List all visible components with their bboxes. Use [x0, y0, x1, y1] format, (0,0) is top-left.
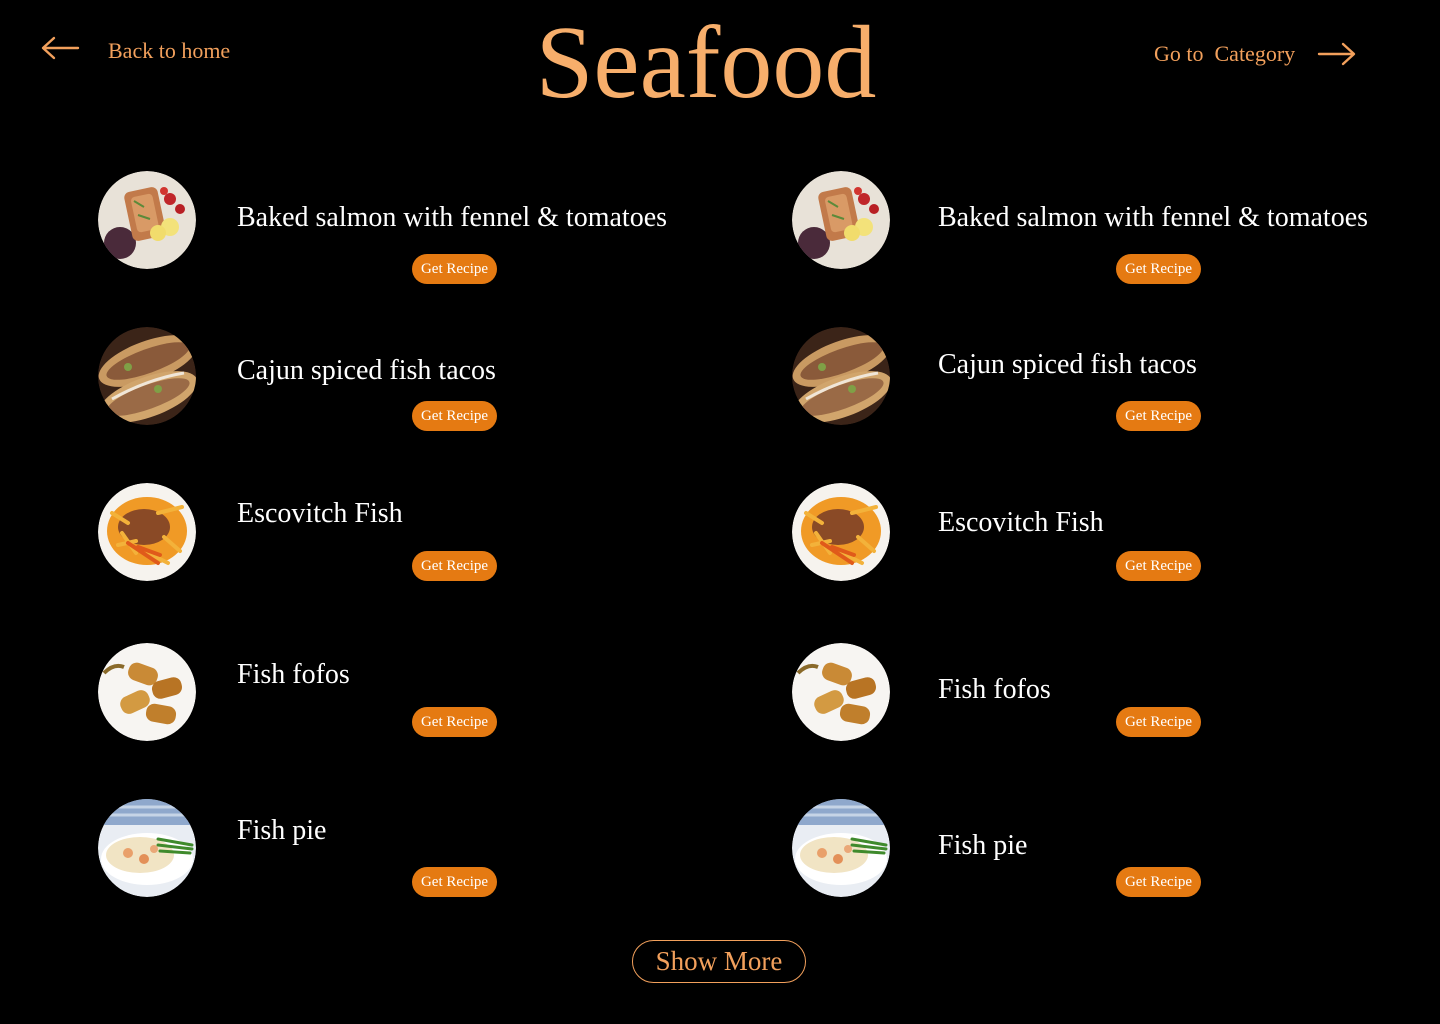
recipe-card: Fish pie Get Recipe: [98, 799, 718, 909]
get-recipe-button[interactable]: Get Recipe: [412, 254, 497, 284]
arrow-right-icon: [1317, 42, 1357, 72]
recipe-name: Fish pie: [938, 830, 1028, 861]
get-recipe-button[interactable]: Get Recipe: [1116, 551, 1201, 581]
recipe-thumbnail[interactable]: [792, 327, 890, 425]
get-recipe-button[interactable]: Get Recipe: [1116, 707, 1201, 737]
get-recipe-button[interactable]: Get Recipe: [412, 401, 497, 431]
recipe-card: Escovitch Fish Get Recipe: [792, 483, 1412, 593]
recipe-name: Fish fofos: [938, 674, 1051, 705]
recipe-name: Cajun spiced fish tacos: [938, 349, 1197, 380]
recipe-name: Baked salmon with fennel & tomatoes: [938, 202, 1369, 233]
recipe-thumbnail[interactable]: [98, 171, 196, 269]
recipe-thumbnail[interactable]: [792, 483, 890, 581]
recipe-thumbnail[interactable]: [792, 643, 890, 741]
recipe-thumbnail[interactable]: [792, 171, 890, 269]
go-to-category-link[interactable]: Go to Category: [1154, 36, 1357, 72]
recipe-card: Fish pie Get Recipe: [792, 799, 1412, 909]
go-to-category-label: Go to Category: [1154, 41, 1296, 66]
recipe-thumbnail[interactable]: [98, 327, 196, 425]
recipe-card: Baked salmon with fennel & tomatoes Get R…: [98, 171, 718, 284]
recipe-name: Fish fofos: [237, 659, 350, 690]
recipe-card: Baked salmon with fennel & tomatoes Get R…: [792, 171, 1412, 284]
recipe-card: Fish fofos Get Recipe: [792, 643, 1412, 753]
recipe-name: Cajun spiced fish tacos: [237, 355, 496, 386]
recipe-thumbnail[interactable]: [98, 799, 196, 897]
get-recipe-button[interactable]: Get Recipe: [1116, 401, 1201, 431]
get-recipe-button[interactable]: Get Recipe: [412, 707, 497, 737]
recipe-name: Baked salmon with fennel & tomatoes: [237, 202, 668, 233]
show-more-button[interactable]: Show More: [632, 940, 806, 983]
recipe-thumbnail[interactable]: [98, 483, 196, 581]
get-recipe-button[interactable]: Get Recipe: [1116, 254, 1201, 284]
recipe-thumbnail[interactable]: [792, 799, 890, 897]
recipe-card: Fish fofos Get Recipe: [98, 643, 718, 753]
get-recipe-button[interactable]: Get Recipe: [412, 867, 497, 897]
recipe-name: Escovitch Fish: [237, 498, 403, 529]
recipe-thumbnail[interactable]: [98, 643, 196, 741]
recipe-card: Cajun spiced fish tacos Get Recipe: [792, 327, 1412, 437]
recipe-name: Escovitch Fish: [938, 507, 1104, 538]
get-recipe-button[interactable]: Get Recipe: [1116, 867, 1201, 897]
recipe-card: Escovitch Fish Get Recipe: [98, 483, 718, 593]
recipe-card: Cajun spiced fish tacos Get Recipe: [98, 327, 718, 437]
get-recipe-button[interactable]: Get Recipe: [412, 551, 497, 581]
recipe-name: Fish pie: [237, 815, 327, 846]
